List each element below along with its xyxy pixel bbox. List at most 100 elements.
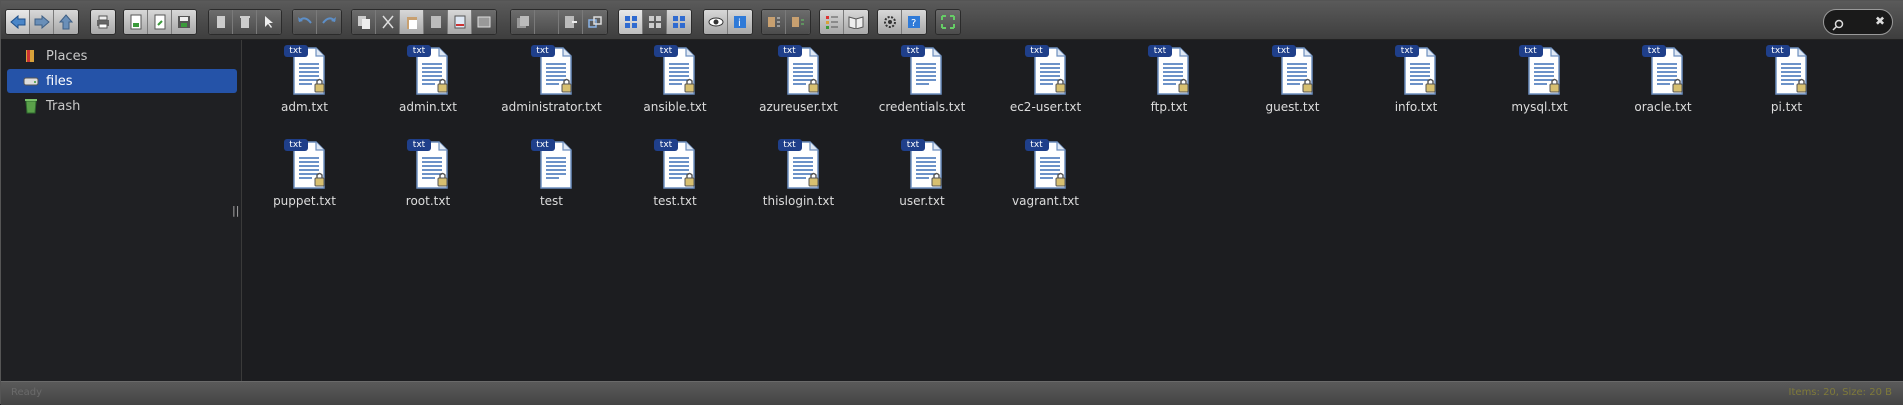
file-type-badge: txt: [536, 140, 549, 150]
trash-can-icon: [22, 97, 40, 115]
sort-ascending-button[interactable]: [762, 10, 786, 34]
file-name: azureuser.txt: [759, 100, 838, 114]
file-type-badge: txt: [1030, 140, 1043, 150]
clear-search-icon[interactable]: ✖: [1875, 14, 1885, 28]
details-view-button[interactable]: [820, 10, 844, 34]
file-item[interactable]: txt admin.txt: [367, 42, 490, 120]
new-button[interactable]: [124, 10, 148, 34]
file-name: info.txt: [1394, 100, 1438, 114]
locked-text-file-icon: txt: [1764, 44, 1810, 96]
small-icons-button[interactable]: [643, 10, 667, 34]
file-item[interactable]: txt thislogin.txt: [737, 136, 860, 214]
file-item[interactable]: txt administrator.txt: [490, 42, 613, 120]
sidebar: Places files Trash ||: [1, 40, 242, 381]
undo-button[interactable]: [293, 10, 317, 34]
print-group: [90, 9, 116, 35]
sidebar-item-places[interactable]: Places: [7, 44, 237, 68]
preview-group: i: [703, 9, 753, 35]
trash-button[interactable]: [233, 10, 257, 34]
file-type-badge: txt: [1524, 46, 1537, 56]
file-item[interactable]: txt guest.txt: [1231, 42, 1354, 120]
help-button[interactable]: ?: [902, 10, 926, 34]
places-icon: [22, 47, 40, 65]
locked-text-file-icon: txt: [529, 44, 575, 96]
bookmark-button[interactable]: [209, 10, 233, 34]
sort-group: [761, 9, 811, 35]
file-item[interactable]: txt mysql.txt: [1478, 42, 1601, 120]
file-item[interactable]: txt ftp.txt: [1108, 42, 1231, 120]
file-name: thislogin.txt: [762, 194, 835, 208]
file-item[interactable]: txt puppet.txt: [243, 136, 366, 214]
up-button[interactable]: [54, 10, 78, 34]
locked-text-file-icon: txt: [899, 138, 945, 190]
file-name: user.txt: [899, 194, 945, 208]
book-button[interactable]: [844, 10, 868, 34]
print-button[interactable]: [91, 10, 115, 34]
file-item[interactable]: txt vagrant.txt: [984, 136, 1107, 214]
file-item[interactable]: txt oracle.txt: [1602, 42, 1725, 120]
file-item[interactable]: txt ansible.txt: [614, 42, 737, 120]
file-item[interactable]: txt pi.txt: [1725, 42, 1848, 120]
locked-text-file-icon: txt: [282, 44, 328, 96]
copy-button[interactable]: [352, 10, 376, 34]
grid-button[interactable]: [667, 10, 691, 34]
locked-text-file-icon: txt: [652, 138, 698, 190]
clipboard-group: [351, 9, 497, 35]
search-input[interactable]: ✖: [1823, 9, 1893, 35]
file-item[interactable]: txt test.txt: [614, 136, 737, 214]
resize-handle[interactable]: ||: [232, 204, 239, 217]
document-button[interactable]: [424, 10, 448, 34]
status-summary: Items: 20, Size: 20 B: [1788, 387, 1892, 398]
file-item[interactable]: txt credentials.txt: [861, 42, 984, 120]
file-manager-window: i ? ✖ Places files Trash || txt adm.txt …: [0, 0, 1903, 405]
fullscreen-button[interactable]: [936, 10, 960, 34]
stack-button[interactable]: [511, 10, 535, 34]
paste-button[interactable]: [400, 10, 424, 34]
link-button[interactable]: [583, 10, 607, 34]
file-item[interactable]: txt adm.txt: [243, 42, 366, 120]
sidebar-item-label: Trash: [46, 98, 81, 114]
delete-button[interactable]: [448, 10, 472, 34]
svg-text:?: ?: [911, 18, 916, 29]
info-button[interactable]: i: [728, 10, 752, 34]
back-button[interactable]: [6, 10, 30, 34]
forward-button[interactable]: [30, 10, 54, 34]
file-item[interactable]: txt ec2-user.txt: [984, 42, 1107, 120]
file-item[interactable]: txt info.txt: [1355, 42, 1478, 120]
locked-text-file-icon: txt: [776, 138, 822, 190]
locked-text-file-icon: txt: [282, 138, 328, 190]
locked-text-file-icon: txt: [1023, 44, 1069, 96]
settings-button[interactable]: [878, 10, 902, 34]
file-name: ansible.txt: [643, 100, 707, 114]
redo-button[interactable]: [317, 10, 341, 34]
save-button[interactable]: [172, 10, 196, 34]
file-name: mysql.txt: [1511, 100, 1568, 114]
locked-text-file-icon: txt: [1146, 44, 1192, 96]
locked-text-file-icon: txt: [405, 44, 451, 96]
large-icons-button[interactable]: [619, 10, 643, 34]
file-type-badge: txt: [412, 46, 426, 56]
sidebar-item-trash[interactable]: Trash: [7, 94, 237, 118]
image-button[interactable]: [472, 10, 496, 34]
file-name: pi.txt: [1770, 100, 1803, 114]
file-type-badge: txt: [412, 140, 426, 150]
new-document-button[interactable]: [148, 10, 172, 34]
sort-descending-button[interactable]: [786, 10, 810, 34]
select-button[interactable]: [257, 10, 281, 34]
file-type-badge: txt: [1400, 46, 1414, 56]
file-type-badge: txt: [906, 140, 920, 150]
object-group: [510, 9, 608, 35]
file-name: guest.txt: [1265, 100, 1320, 114]
file-item[interactable]: txt azureuser.txt: [737, 42, 860, 120]
cut-button[interactable]: [376, 10, 400, 34]
file-item[interactable]: txt root.txt: [367, 136, 490, 214]
preview-button[interactable]: [704, 10, 728, 34]
file-item[interactable]: txt test: [490, 136, 613, 214]
file-item[interactable]: txt user.txt: [861, 136, 984, 214]
doc-arrow-button[interactable]: [559, 10, 583, 34]
blank-button[interactable]: [535, 10, 559, 34]
locked-text-file-icon: txt: [1023, 138, 1069, 190]
file-name: test.txt: [653, 194, 697, 208]
sidebar-item-files[interactable]: files: [7, 69, 237, 93]
file-name: vagrant.txt: [1012, 194, 1079, 208]
